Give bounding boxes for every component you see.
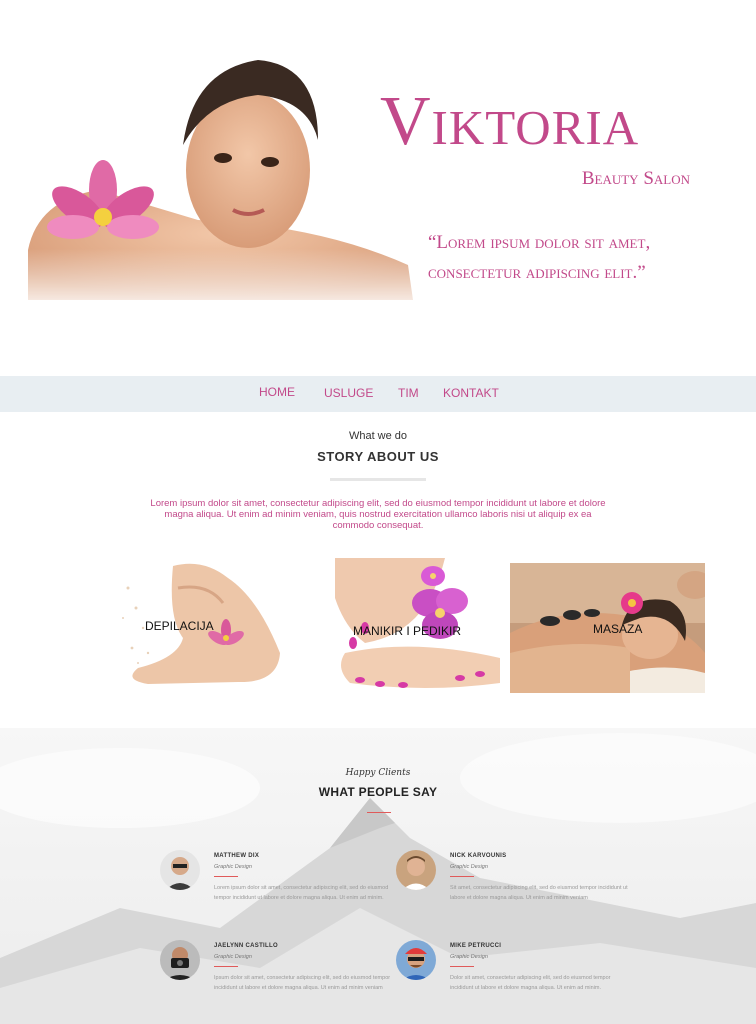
testimonial-divider: [450, 966, 474, 967]
testimonial-card: MIKE PETRUCCI Graphic Design Dolor sit a…: [396, 940, 616, 1020]
testimonial-divider: [214, 966, 238, 967]
service-label: DEPILACIJA: [145, 619, 214, 633]
main-nav: HOME USLUGE TIM KONTAKT: [0, 376, 756, 412]
testimonial-role: Graphic Design: [214, 954, 252, 960]
testimonial-name: NICK KARVOUNIS: [450, 853, 507, 859]
testimonial-name: MATTHEW DIX: [214, 853, 260, 859]
hero-section: Viktoria Beauty Salon “Lorem ipsum dolor…: [0, 0, 756, 376]
hero-photo: [18, 50, 418, 315]
testimonial-name: JAELYNN CASTILLO: [214, 943, 278, 949]
testimonial-card: JAELYNN CASTILLO Graphic Design Ipsum do…: [160, 940, 390, 1020]
nav-usluge[interactable]: USLUGE: [324, 386, 373, 400]
testimonial-text: Ipsum dolor sit amet, consectetur adipis…: [214, 975, 391, 991]
brand-tagline: Beauty Salon: [581, 168, 690, 189]
nav-tim[interactable]: TIM: [398, 386, 419, 400]
avatar: [396, 850, 436, 890]
service-label: MANIKIR I PEDIKIR: [353, 624, 462, 638]
service-card-manikir[interactable]: MANIKIR I PEDIKIR: [335, 558, 500, 693]
brand-title: Viktoria: [380, 83, 640, 160]
testimonial-text: Lorem ipsum dolor sit amet, consectetur …: [214, 885, 389, 901]
testimonial-role: Graphic Design: [450, 864, 488, 870]
testimonial-name: MIKE PETRUCCI: [450, 943, 502, 949]
testimonial-card: NICK KARVOUNIS Graphic Design Sit amet, …: [396, 850, 628, 930]
hero-quote: “Lorem ipsum dolor sit amet, consectetur…: [428, 232, 651, 283]
testimonial-role: Graphic Design: [450, 954, 488, 960]
section-title: STORY ABOUT US: [317, 449, 439, 464]
service-label: MASAZA: [593, 622, 643, 636]
testimonial-divider: [450, 876, 474, 877]
testimonial-divider: [214, 876, 238, 877]
testimonial-text: Dolor sit amet, consectetur adipiscing e…: [450, 975, 611, 991]
testimonial-card: MATTHEW DIX Graphic Design Lorem ipsum d…: [160, 850, 388, 930]
testimonials-title: WHAT PEOPLE SAY: [318, 785, 438, 799]
section-kicker: What we do: [348, 430, 408, 442]
nav-home[interactable]: HOME: [259, 385, 295, 399]
testimonial-role: Graphic Design: [214, 864, 252, 870]
avatar: [160, 940, 200, 980]
nav-kontakt[interactable]: KONTAKT: [443, 386, 499, 400]
avatar: [160, 850, 200, 890]
testimonial-text: Sit amet, consectetur adipiscing elit, s…: [450, 885, 628, 901]
testimonials-divider: [367, 812, 391, 813]
service-card-masaza[interactable]: MASAZA: [510, 563, 705, 693]
testimonials-kicker: Happy Clients: [345, 768, 411, 778]
section-divider: [330, 478, 426, 481]
section-text: Lorem ipsum dolor sit amet, consectetur …: [150, 498, 606, 531]
service-card-depilacija[interactable]: DEPILACIJA: [108, 558, 283, 693]
avatar: [396, 940, 436, 980]
